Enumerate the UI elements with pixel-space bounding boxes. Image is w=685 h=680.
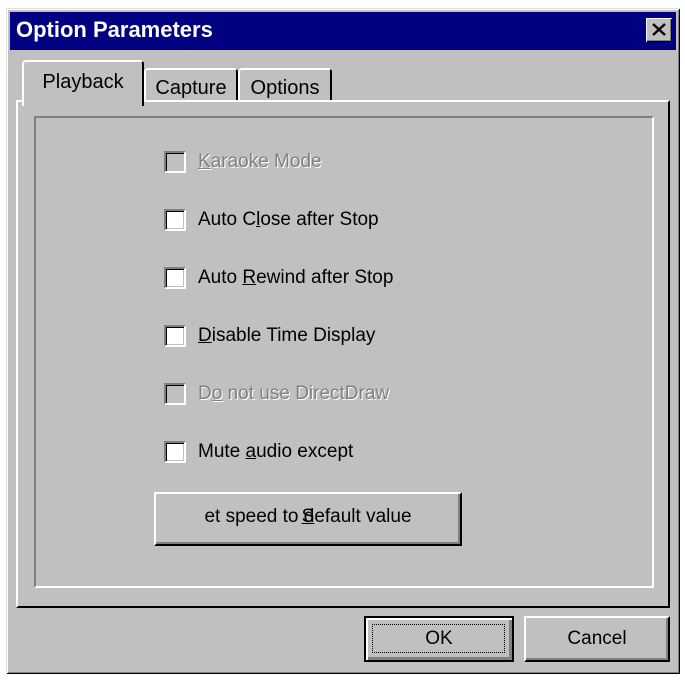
cancel-button[interactable]: Cancel [524,616,670,662]
set-default-speed-button[interactable]: Set speed to default value [154,492,462,546]
tab-playback-label: Playback [42,71,124,93]
disable-time-display-label[interactable]: Disable Time Display [198,325,375,347]
auto-rewind-label[interactable]: Auto Rewind after Stop [198,267,393,289]
set-default-speed-label: Set speed to default value [204,506,412,527]
playback-tab-panel: Karaoke Mode Auto Close after Stop Auto … [16,100,670,608]
tab-options-label: Options [250,77,320,99]
no-directdraw-checkbox [164,383,186,405]
auto-close-checkbox[interactable] [164,209,186,231]
title-bar[interactable]: Option Parameters [10,12,676,50]
auto-rewind-checkbox[interactable] [164,267,186,289]
cancel-label: Cancel [567,628,627,649]
no-directdraw-label: Do not use DirectDraw [198,383,390,404]
ok-label: OK [425,628,453,649]
option-parameters-dialog: Option Parameters Playback Capture Optio… [6,8,680,674]
mute-audio-label[interactable]: Mute audio except [198,441,353,463]
auto-close-label[interactable]: Auto Close after Stop [198,209,379,231]
window-title: Option Parameters [16,17,213,42]
disable-time-display-checkbox[interactable] [164,325,186,347]
tab-capture-label: Capture [155,77,227,99]
close-icon [652,23,666,36]
close-button[interactable] [646,18,672,42]
ok-button[interactable]: OK [364,616,514,662]
karaoke-mode-label: Karaoke Mode [198,151,322,172]
tab-playback[interactable]: Playback [22,60,144,106]
mute-audio-checkbox[interactable] [164,441,186,463]
karaoke-mode-checkbox [164,151,186,173]
